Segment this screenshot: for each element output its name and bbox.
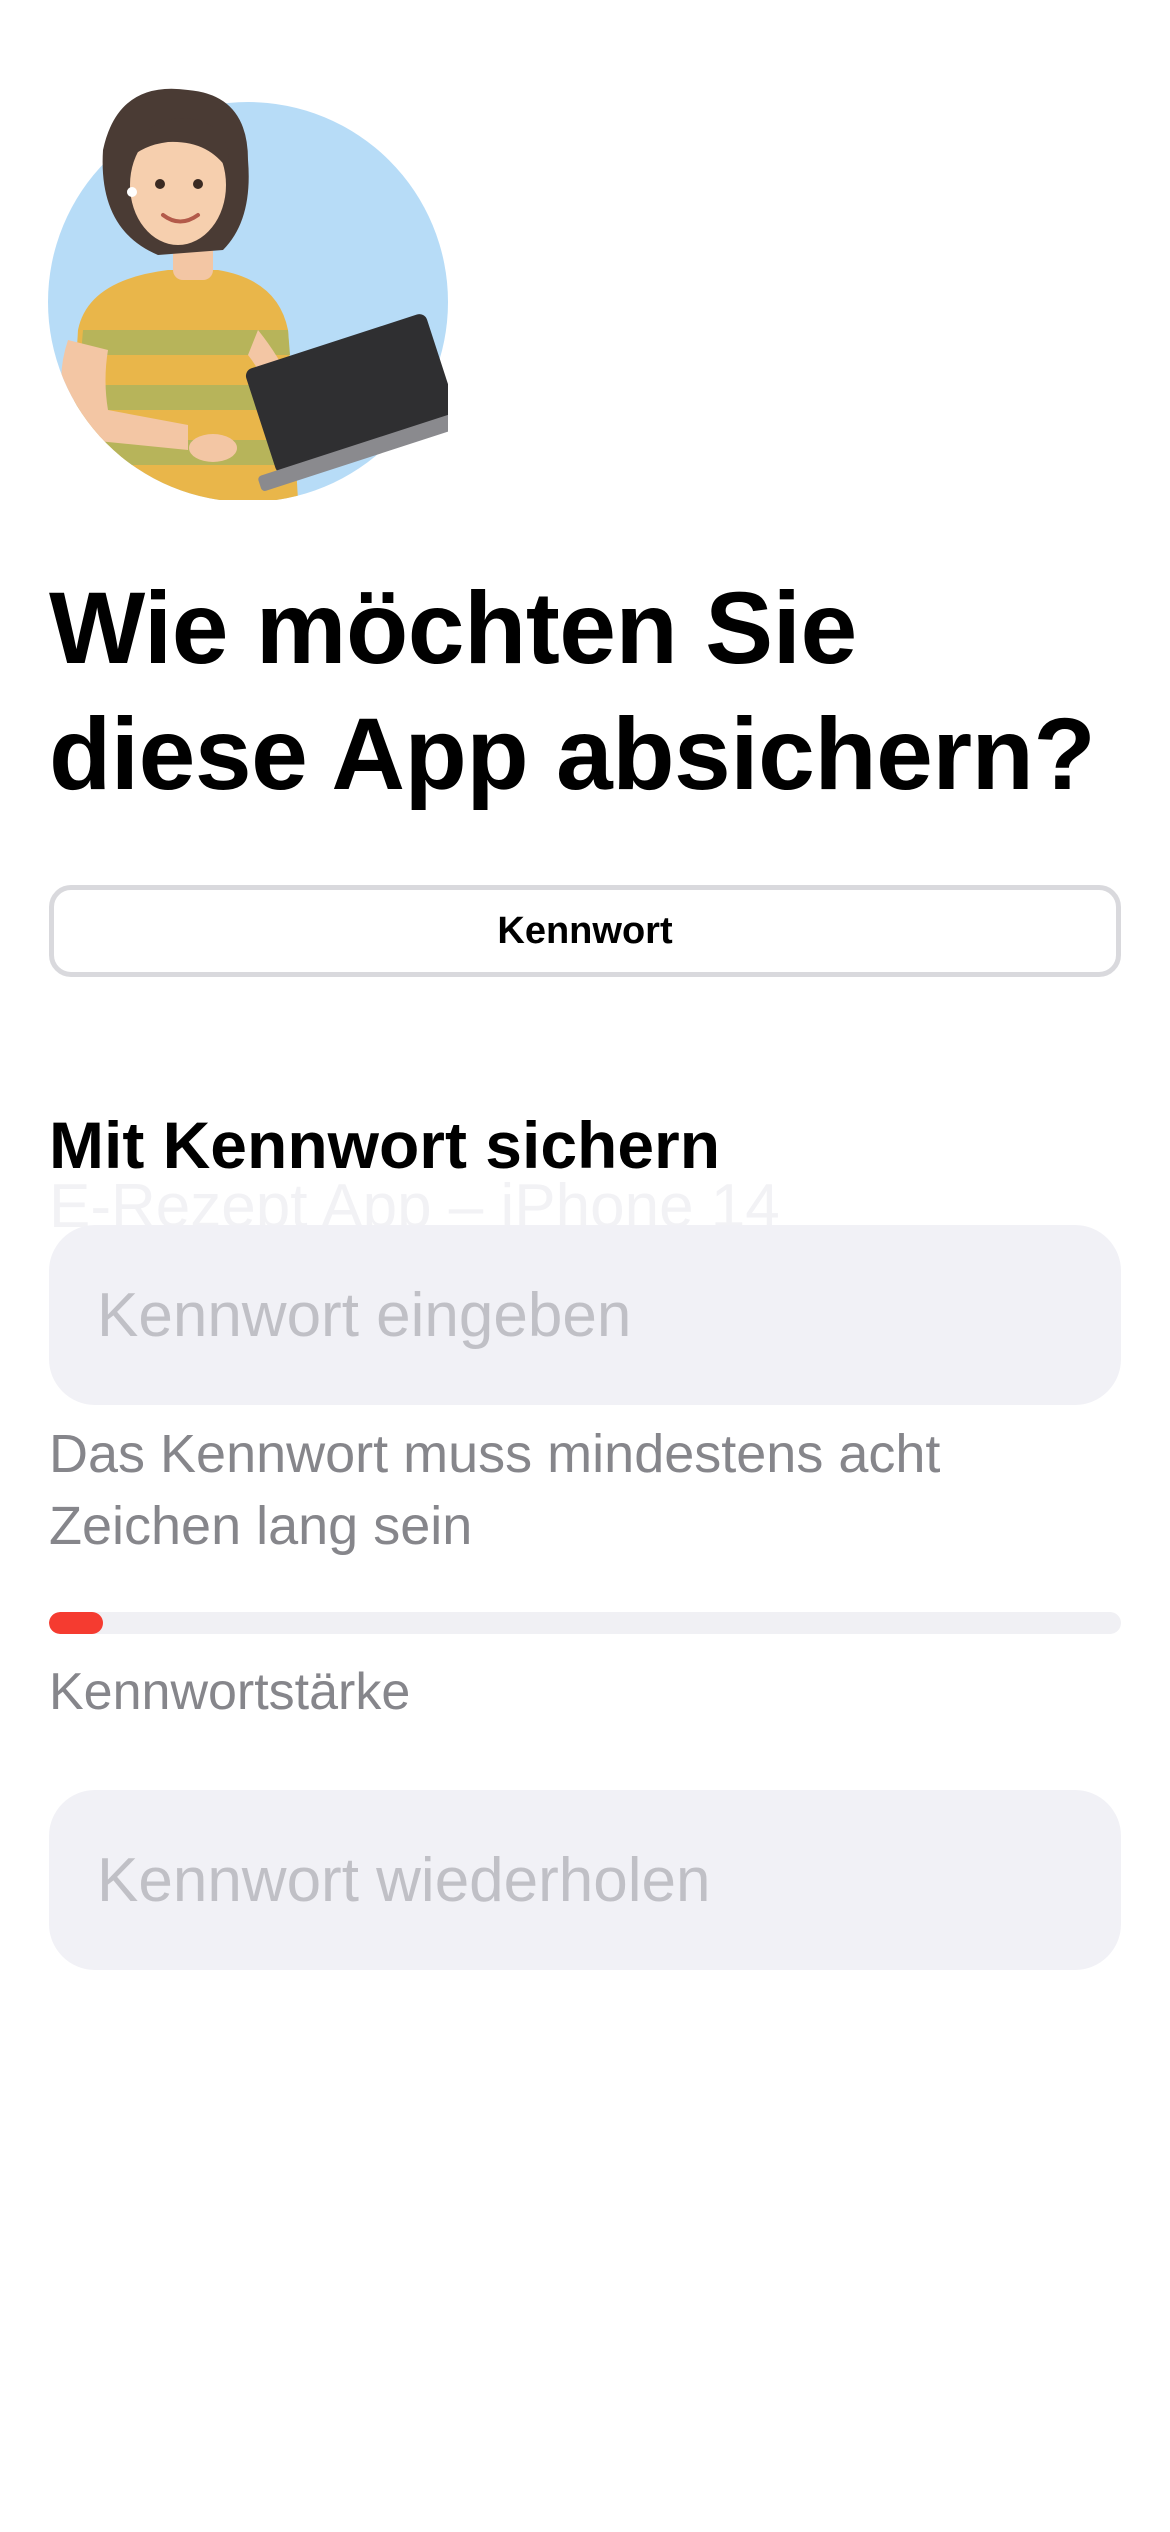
woman-with-laptop-illustration bbox=[48, 80, 448, 500]
password-strength-bar bbox=[49, 1612, 1121, 1634]
secure-app-screen: Wie möchten Sie diese App absichern? Ken… bbox=[0, 0, 1170, 2532]
password-input[interactable] bbox=[49, 1225, 1121, 1405]
repeat-password-input[interactable] bbox=[49, 1790, 1121, 1970]
segment-password-label: Kennwort bbox=[497, 909, 673, 952]
password-strength-fill bbox=[49, 1612, 103, 1634]
password-requirement-hint: Das Kennwort muss mindestens acht Zeiche… bbox=[49, 1424, 941, 1556]
security-method-selector[interactable]: Kennwort bbox=[49, 885, 1121, 977]
password-strength-label: Kennwortstärke bbox=[49, 1663, 411, 1721]
page-title: Wie möchten Sie diese App absichern? bbox=[49, 571, 1096, 811]
